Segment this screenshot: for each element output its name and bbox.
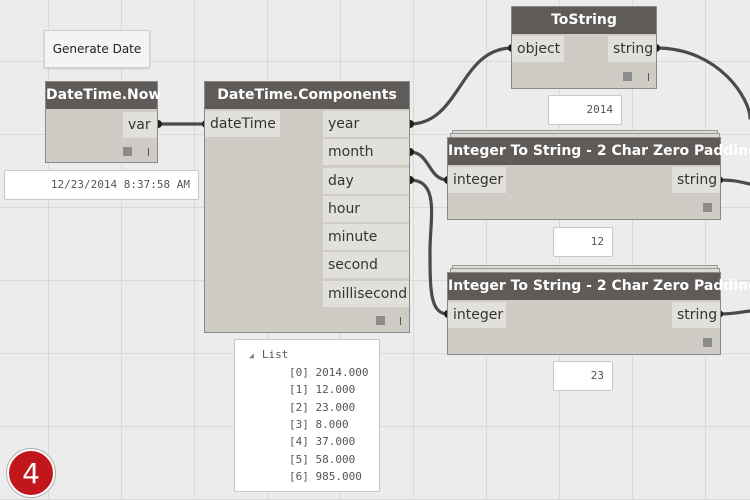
collapse-triangle-icon[interactable]: ◢ (249, 351, 254, 360)
input-port-integer[interactable]: integer (448, 302, 506, 328)
wire-pad-day-out[interactable] (717, 309, 750, 316)
wire-month-to-pad[interactable] (408, 150, 450, 182)
output-port-string[interactable]: string (672, 302, 720, 328)
preview-toggle-icon[interactable] (703, 338, 712, 347)
list-item: [0] 2014.000 (289, 366, 369, 379)
step-number-badge: 4 (7, 449, 55, 497)
wire-year-to-tostring[interactable] (408, 46, 514, 126)
preview-toggle-icon[interactable] (703, 203, 712, 212)
resize-handle-icon[interactable] (400, 317, 401, 325)
output-port-month[interactable]: month (323, 139, 409, 165)
node-title: ToString (512, 7, 656, 34)
output-port-second[interactable]: second (323, 252, 409, 278)
list-item: [5] 58.000 (289, 453, 356, 466)
output-port-minute[interactable]: minute (323, 224, 409, 250)
datetime-now-watch: 12/23/2014 8:37:58 AM (4, 170, 199, 200)
datetime-components-node[interactable]: DateTime.Components dateTime year month … (204, 81, 410, 333)
wire-pad-month-out[interactable] (717, 178, 750, 186)
node-title: DateTime.Now (46, 82, 161, 109)
output-port-day[interactable]: day (323, 168, 409, 194)
output-port-string[interactable]: string (672, 167, 720, 193)
output-port-string[interactable]: string (608, 36, 656, 62)
pad-day-node[interactable]: Integer To String - 2 Char Zero Padding … (447, 272, 750, 355)
generate-date-note[interactable]: Generate Date (44, 30, 150, 68)
tostring-watch: 2014 (548, 95, 622, 125)
pad-month-watch: 12 (553, 227, 613, 257)
input-port-datetime[interactable]: dateTime (205, 111, 280, 137)
resize-handle-icon[interactable] (648, 73, 649, 81)
datetime-now-node[interactable]: DateTime.Now var (45, 81, 161, 163)
input-port-integer[interactable]: integer (448, 167, 506, 193)
list-header-label: List (261, 348, 289, 361)
tostring-node[interactable]: ToString object string (511, 6, 657, 89)
wire-day-to-pad[interactable] (408, 178, 450, 316)
watch-value: 12 (590, 235, 604, 248)
list-item: [6] 985.000 (289, 470, 362, 483)
watch-value: 12/23/2014 8:37:58 AM (50, 178, 190, 191)
pad-day-watch: 23 (553, 361, 613, 391)
node-title: DateTime.Components (205, 82, 409, 109)
node-title: Integer To String - 2 Char Zero Padding (448, 273, 750, 300)
output-port-year[interactable]: year (323, 111, 409, 137)
preview-toggle-icon[interactable] (123, 147, 132, 156)
step-number: 4 (22, 456, 40, 490)
preview-toggle-icon[interactable] (623, 72, 632, 81)
input-port-object[interactable]: object (512, 36, 564, 62)
watch-value: 23 (590, 369, 604, 382)
list-header[interactable]: ◢ List (249, 348, 288, 361)
list-item: [4] 37.000 (289, 435, 356, 448)
pad-month-node[interactable]: Integer To String - 2 Char Zero Padding … (447, 137, 750, 220)
list-item: [2] 23.000 (289, 401, 356, 414)
preview-toggle-icon[interactable] (376, 316, 385, 325)
output-port-millisecond[interactable]: millisecond (323, 281, 409, 307)
components-list-watch: ◢ List [0] 2014.000 [1] 12.000 [2] 23.000… (234, 339, 380, 492)
resize-handle-icon[interactable] (148, 148, 149, 156)
list-item: [3] 8.000 (289, 418, 349, 431)
output-port-var[interactable]: var (123, 112, 157, 138)
watch-value: 2014 (586, 103, 614, 116)
wire-tostring-out[interactable] (654, 46, 750, 120)
generate-date-label: Generate Date (52, 42, 142, 56)
node-title: Integer To String - 2 Char Zero Padding (448, 138, 750, 165)
output-port-hour[interactable]: hour (323, 196, 409, 222)
list-item: [1] 12.000 (289, 383, 356, 396)
